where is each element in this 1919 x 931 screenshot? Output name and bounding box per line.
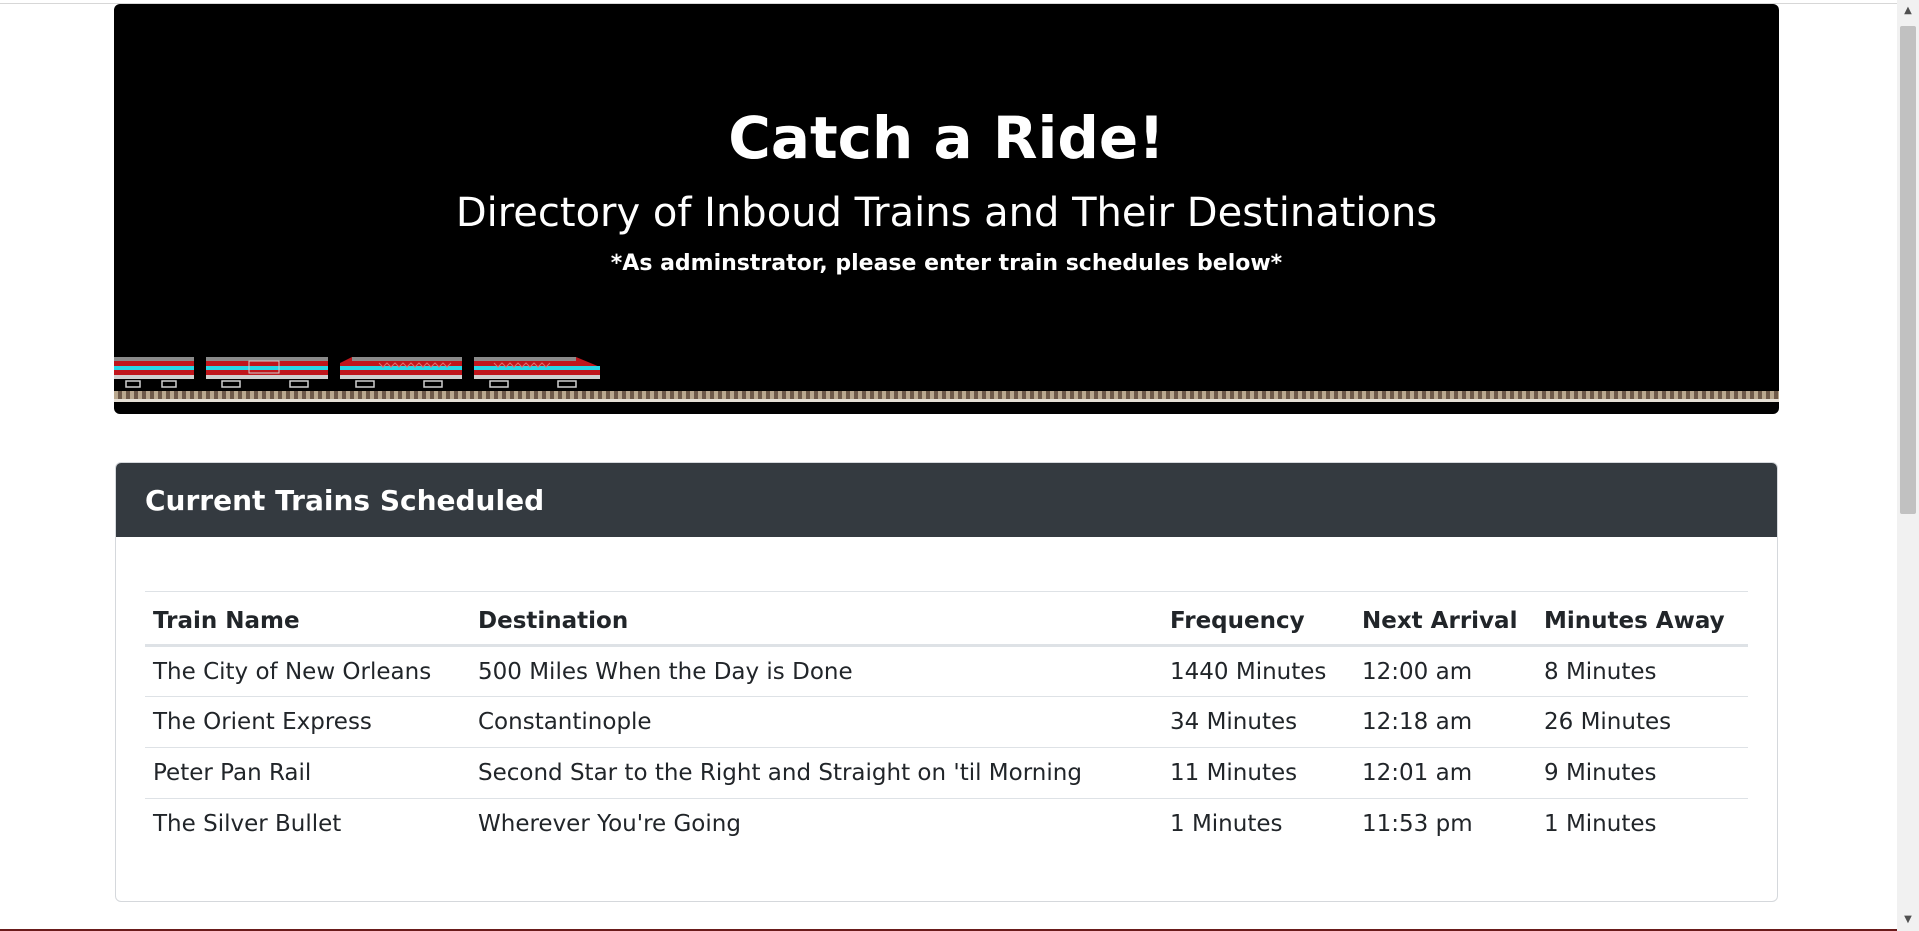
table-row: The Silver Bullet Wherever You're Going …	[145, 798, 1748, 850]
schedule-card-header: Current Trains Scheduled	[116, 463, 1777, 537]
destination-cell: 500 Miles When the Day is Done	[470, 645, 1162, 697]
vertical-scrollbar[interactable]: ▲ ▼	[1897, 0, 1919, 931]
track-rail	[114, 399, 1779, 402]
minutes-away-cell: 9 Minutes	[1536, 747, 1748, 799]
schedule-card: Current Trains Scheduled Train Name Dest…	[115, 462, 1778, 902]
schedule-title: Current Trains Scheduled	[145, 483, 545, 517]
train-track	[114, 391, 1779, 399]
minutes-away-cell: 1 Minutes	[1536, 798, 1748, 850]
page-title: Catch a Ride!	[728, 104, 1165, 172]
admin-note: *As adminstrator, please enter train sch…	[610, 251, 1283, 276]
frequency-cell: 34 Minutes	[1162, 696, 1354, 748]
next-arrival-cell: 12:01 am	[1354, 747, 1536, 799]
train-car	[114, 357, 194, 388]
table-row: The City of New Orleans 500 Miles When t…	[145, 645, 1748, 697]
column-header-destination: Destination	[470, 591, 1162, 647]
table-row: The Orient Express Constantinople 34 Min…	[145, 696, 1748, 748]
frequency-cell: 11 Minutes	[1162, 747, 1354, 799]
next-arrival-cell: 12:00 am	[1354, 645, 1536, 697]
scrollbar-thumb[interactable]	[1900, 26, 1916, 514]
frequency-cell: 1440 Minutes	[1162, 645, 1354, 697]
train-name-cell: Peter Pan Rail	[145, 747, 470, 799]
page-subtitle: Directory of Inboud Trains and Their Des…	[455, 190, 1438, 236]
minutes-away-cell: 8 Minutes	[1536, 645, 1748, 697]
hero-banner: Catch a Ride! Directory of Inboud Trains…	[114, 4, 1779, 414]
chevron-down-icon[interactable]: ▼	[1897, 911, 1919, 929]
column-header-minutes-away: Minutes Away	[1536, 591, 1748, 647]
column-header-next-arrival: Next Arrival	[1354, 591, 1536, 647]
next-arrival-cell: 12:18 am	[1354, 696, 1536, 748]
locomotive	[474, 357, 600, 388]
train-car	[340, 357, 462, 388]
table-header-row: Train Name Destination Frequency Next Ar…	[145, 591, 1748, 647]
column-header-frequency: Frequency	[1162, 591, 1354, 647]
train-car	[206, 357, 328, 388]
train-name-cell: The Orient Express	[145, 696, 470, 748]
chevron-up-icon[interactable]: ▲	[1897, 2, 1919, 20]
train-illustration	[114, 357, 600, 388]
train-name-cell: The Silver Bullet	[145, 798, 470, 850]
minutes-away-cell: 26 Minutes	[1536, 696, 1748, 748]
train-name-cell: The City of New Orleans	[145, 645, 470, 697]
destination-cell: Constantinople	[470, 696, 1162, 748]
destination-cell: Wherever You're Going	[470, 798, 1162, 850]
destination-cell: Second Star to the Right and Straight on…	[470, 747, 1162, 799]
train-schedule-table: Train Name Destination Frequency Next Ar…	[145, 591, 1748, 850]
next-arrival-cell: 11:53 pm	[1354, 798, 1536, 850]
table-row: Peter Pan Rail Second Star to the Right …	[145, 747, 1748, 799]
column-header-train-name: Train Name	[145, 591, 470, 647]
frequency-cell: 1 Minutes	[1162, 798, 1354, 850]
